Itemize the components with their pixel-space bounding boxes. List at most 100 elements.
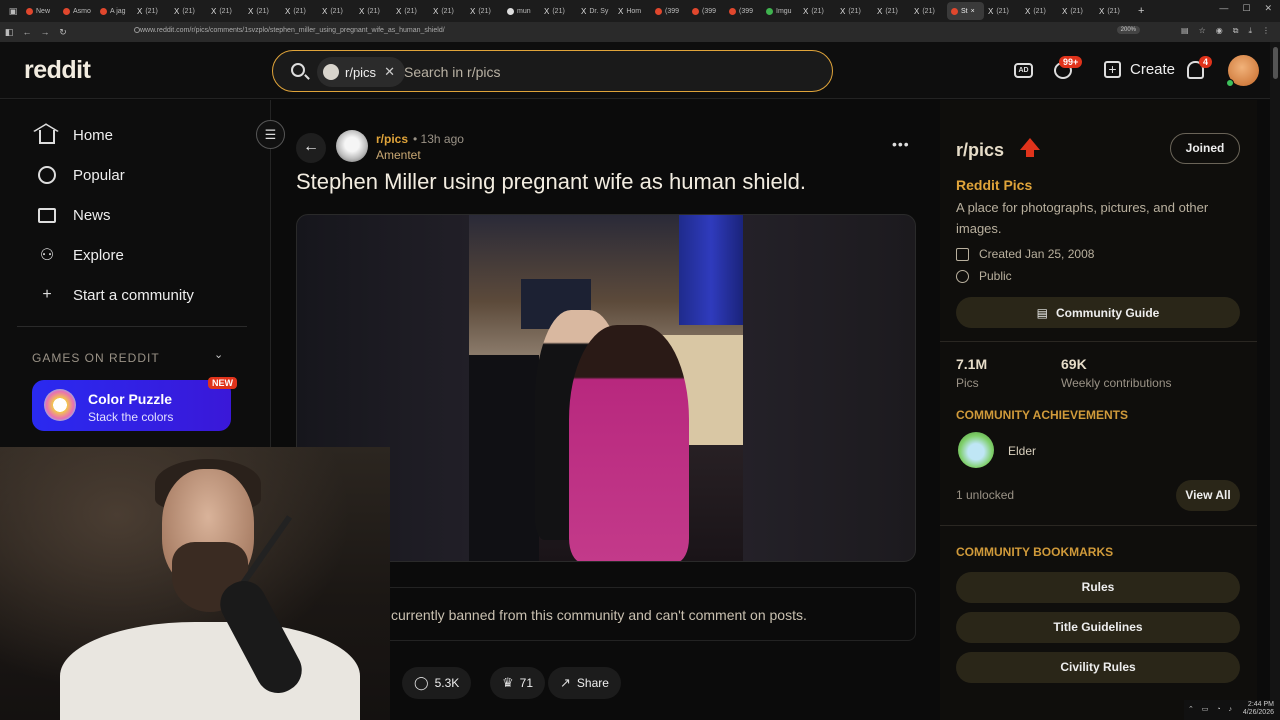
scrollbar-thumb[interactable] [1273,47,1278,79]
x-icon: X [988,6,994,16]
reddit-logo[interactable]: reddit [24,56,91,85]
sidebar-item-home[interactable]: Home [37,123,113,147]
url-field[interactable]: www.reddit.com/r/pics/comments/1svzplo/s… [140,27,445,34]
browser-tab[interactable]: St × [947,2,984,20]
post-subreddit-link[interactable]: r/pics [376,132,408,146]
create-button[interactable]: + Create [1104,61,1175,78]
advertise-icon[interactable]: AD [1014,63,1033,78]
tab-label: (21) [478,7,491,15]
browser-tab[interactable]: Imgu [762,2,799,20]
game-card-color-puzzle[interactable]: Color Puzzle Stack the colors [32,380,231,431]
elder-achievement-icon[interactable] [958,432,994,468]
joined-button[interactable]: Joined [1170,133,1240,164]
page-scrollbar[interactable] [1270,42,1280,720]
x-icon: X [544,6,550,16]
bookmark-rules[interactable]: Rules [956,572,1240,603]
search-scope-chip[interactable]: r/pics ✕ [317,57,405,87]
comments-button[interactable]: ◯ 5.3K [402,667,472,699]
browser-menu-icon[interactable]: ⋮ [1262,26,1270,36]
post-title: Stephen Miller using pregnant wife as hu… [296,169,806,194]
post-image[interactable] [469,215,743,561]
reload-icon[interactable]: ↻ [54,27,72,38]
browser-tab[interactable]: X (21) [281,2,318,20]
browser-tab[interactable]: X (21) [133,2,170,20]
streamer-body [60,622,360,720]
browser-tab[interactable]: (399 [651,2,688,20]
minimize-icon[interactable]: — [1219,3,1228,14]
browser-tab[interactable]: X Hom [614,2,651,20]
browser-tab[interactable]: X (21) [1095,2,1132,20]
tray-icons[interactable]: ⌃ ▭ ◔ ♪ [1188,705,1235,713]
share-button[interactable]: ↗ Share [548,667,621,699]
collapse-sidebar-icon[interactable]: ☰ [256,120,285,149]
community-guide-button[interactable]: ▤ Community Guide [956,297,1240,328]
bookmark-title-guidelines[interactable]: Title Guidelines [956,612,1240,643]
browser-tab[interactable]: X (21) [170,2,207,20]
maximize-icon[interactable]: ☐ [1242,3,1250,14]
zoom-indicator[interactable]: 200% [1116,26,1140,34]
tab-label: (21) [219,7,232,15]
tab-label: Hom [626,7,642,15]
browser-tab[interactable]: X (21) [984,2,1021,20]
browser-tab[interactable]: X (21) [1058,2,1095,20]
games-section-header[interactable]: GAMES ON REDDIT [32,351,160,365]
bookmarks-header: COMMUNITY BOOKMARKS [956,545,1114,559]
image-camera [469,355,539,561]
sidebar-item-explore[interactable]: ⚇ Explore [37,243,124,267]
browser-tab[interactable]: (399 [725,2,762,20]
browser-tab[interactable]: mun [503,2,540,20]
bookmark-star-icon[interactable]: ☆ [1199,26,1206,36]
plus-icon: + [42,286,52,303]
user-avatar[interactable] [1226,55,1259,87]
back-arrow-icon[interactable]: ← [296,133,326,163]
close-window-icon[interactable]: ✕ [1264,3,1272,14]
tray-clock[interactable]: 2:44 PM 4/26/2026 [1243,701,1274,717]
browser-tab[interactable]: X (21) [207,2,244,20]
extensions-icon[interactable]: ⧉ [1233,26,1239,36]
browser-tab[interactable]: X (21) [318,2,355,20]
browser-tab[interactable]: X (21) [540,2,577,20]
forward-icon[interactable]: → [36,27,54,37]
tab-menu-icon[interactable]: ▣ [4,6,22,17]
browser-tab[interactable]: New [22,2,59,20]
download-icon[interactable]: ⤓ [1248,26,1252,36]
browser-tab[interactable]: X (21) [429,2,466,20]
browser-tab[interactable]: X (21) [873,2,910,20]
browser-tab[interactable]: X (21) [836,2,873,20]
reddit-icon [100,7,107,15]
search-input[interactable]: Search in r/pics [404,64,500,80]
chevron-down-icon[interactable]: ⌄ [214,348,223,361]
sidebar-item-label: Popular [73,166,125,184]
browser-tab[interactable]: X (21) [244,2,281,20]
more-options-icon[interactable]: ••• [892,136,910,152]
browser-tab[interactable]: X (21) [392,2,429,20]
browser-tab[interactable]: Asmo [59,2,96,20]
sidebar-item-start-community[interactable]: + Start a community [37,283,194,307]
x-icon: X [1099,6,1105,16]
browser-tab[interactable]: (399 [688,2,725,20]
reader-icon[interactable]: ▤ [1181,26,1189,36]
sidebar-item-popular[interactable]: Popular [37,163,125,187]
post-author[interactable]: Amentet [376,148,421,162]
browser-tab[interactable]: X (21) [1021,2,1058,20]
new-tab-icon[interactable]: + [1132,5,1150,17]
subreddit-avatar[interactable] [336,130,368,162]
view-all-button[interactable]: View All [1176,480,1240,511]
community-name[interactable]: r/pics [956,140,1004,161]
member-label: Pics [956,376,979,390]
browser-tab[interactable]: X (21) [355,2,392,20]
back-icon[interactable]: ← [18,27,36,37]
browser-tab[interactable]: X (21) [466,2,503,20]
browser-tab[interactable]: X Dr. Sy [577,2,614,20]
browser-tab[interactable]: X (21) [910,2,947,20]
clear-scope-icon[interactable]: ✕ [384,64,395,80]
browser-tab[interactable]: A jag [96,2,133,20]
sidebar-toggle-icon[interactable]: ◧ [0,27,18,38]
bookmark-civility-rules[interactable]: Civility Rules [956,652,1240,683]
awards-button[interactable]: ♛ 71 [490,667,546,699]
search-bar[interactable]: r/pics ✕ Search in r/pics [272,50,833,92]
close-tab-icon[interactable]: × [971,8,975,15]
browser-tab[interactable]: X (21) [799,2,836,20]
sidebar-item-news[interactable]: News [37,203,111,227]
profile-icon[interactable]: ◉ [1216,26,1223,36]
